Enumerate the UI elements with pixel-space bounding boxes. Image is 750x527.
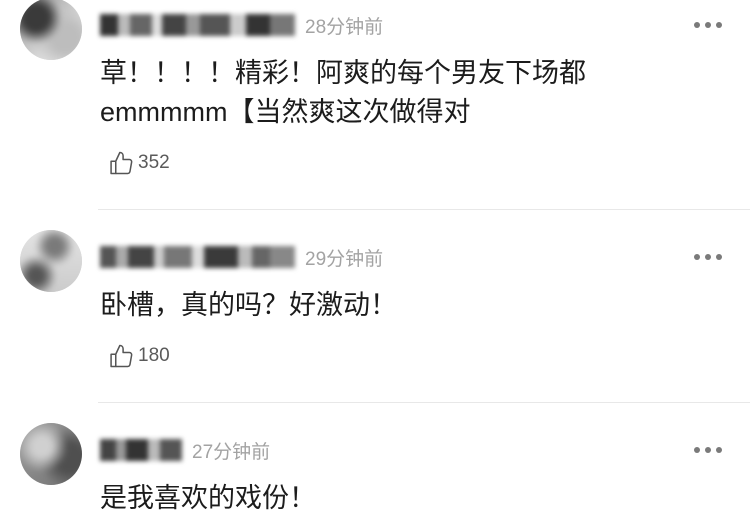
comment-text-line: 卧槽，真的吗？好激动！ xyxy=(100,290,397,320)
thumbs-up-icon xyxy=(110,344,133,368)
comment-text-line: emmmmm【当然爽这次做得对 xyxy=(100,97,471,127)
avatar[interactable] xyxy=(20,0,82,60)
username-blurred[interactable] xyxy=(100,437,182,463)
more-dot xyxy=(694,22,700,28)
comment-time: 27分钟前 xyxy=(192,441,271,463)
comment-text-line: 是我喜欢的戏份！ xyxy=(100,483,316,513)
like-count: 352 xyxy=(138,152,170,173)
more-dot xyxy=(694,254,700,260)
like-button[interactable]: 352 xyxy=(107,148,750,178)
username-blurred[interactable] xyxy=(100,12,295,38)
like-button[interactable]: 180 xyxy=(107,341,750,371)
avatar[interactable] xyxy=(20,423,82,485)
more-dot xyxy=(716,22,722,28)
thumbs-up-icon xyxy=(110,151,133,175)
comment-time: 28分钟前 xyxy=(305,16,384,38)
comment-time: 29分钟前 xyxy=(305,248,384,270)
comment-header: 29分钟前 xyxy=(100,232,750,282)
more-dot xyxy=(705,447,711,453)
comment-text: 草！！！！精彩！阿爽的每个男友下场都 emmmmm【当然爽这次做得对 xyxy=(100,54,750,132)
comment-header: 28分钟前 xyxy=(100,0,750,50)
more-dots-icon[interactable] xyxy=(694,447,722,453)
comment-item: 28分钟前 草！！！！精彩！阿爽的每个男友下场都 emmmmm【当然爽这次做得对… xyxy=(0,0,750,210)
more-dot xyxy=(716,254,722,260)
comment-item: 29分钟前 卧槽，真的吗？好激动！ 180 xyxy=(0,210,750,403)
comment-item: 27分钟前 是我喜欢的戏份！ xyxy=(0,403,750,518)
more-dot xyxy=(705,22,711,28)
more-dot xyxy=(705,254,711,260)
comment-list: 28分钟前 草！！！！精彩！阿爽的每个男友下场都 emmmmm【当然爽这次做得对… xyxy=(0,0,750,518)
username-blurred[interactable] xyxy=(100,244,295,270)
more-dot xyxy=(694,447,700,453)
comment-header: 27分钟前 xyxy=(100,425,750,475)
more-dot xyxy=(716,447,722,453)
comment-text-line: 草！！！！精彩！阿爽的每个男友下场都 xyxy=(100,58,586,88)
comment-text: 卧槽，真的吗？好激动！ xyxy=(100,286,750,325)
comment-text: 是我喜欢的戏份！ xyxy=(100,479,750,518)
more-dots-icon[interactable] xyxy=(694,254,722,260)
more-dots-icon[interactable] xyxy=(694,22,722,28)
like-count: 180 xyxy=(138,345,170,366)
avatar[interactable] xyxy=(20,230,82,292)
